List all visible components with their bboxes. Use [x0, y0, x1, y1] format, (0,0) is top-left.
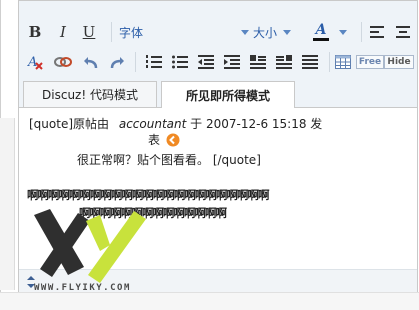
- quote-header-line: [quote]原帖由 accountant 于 2007-12-6 15:18 …: [29, 115, 322, 132]
- align-center-button[interactable]: [393, 21, 413, 43]
- underline-button[interactable]: U: [79, 21, 99, 43]
- editor-toolbar: B I U 字体 大小 A A Free Hide: [19, 1, 417, 84]
- editor-mode-tabs: Discuz! 代码模式 所见即所得模式: [19, 79, 417, 108]
- quote-header-suffix: 表: [148, 133, 161, 147]
- quote-author: accountant: [118, 117, 187, 131]
- unordered-list-icon: [172, 55, 188, 69]
- float-right-icon: [276, 55, 292, 69]
- toolbar-separator: [111, 22, 112, 42]
- table-button[interactable]: [333, 51, 353, 73]
- align-justify-icon: [302, 55, 318, 69]
- svg-text:A: A: [27, 55, 37, 70]
- indent-icon: [224, 55, 240, 69]
- align-left-icon: [370, 26, 384, 38]
- chevron-down-icon: [241, 29, 249, 35]
- float-left-button[interactable]: [247, 51, 269, 73]
- quote-header-line2: 表: [148, 131, 180, 148]
- remove-format-icon: A: [27, 55, 43, 70]
- italic-button[interactable]: I: [53, 21, 73, 43]
- unordered-list-button[interactable]: [169, 51, 191, 73]
- free-button[interactable]: Free: [355, 51, 385, 73]
- quote-header-prefix: [quote]原帖由: [29, 117, 110, 131]
- watermark-url: WWW.FLYIKY.COM: [34, 283, 131, 293]
- hide-button[interactable]: Hide: [384, 51, 414, 73]
- chevron-down-icon: [339, 29, 347, 35]
- watermark-logo: [34, 209, 146, 283]
- font-size-dropdown[interactable]: 大小: [253, 21, 303, 43]
- remove-format-button[interactable]: A: [25, 51, 45, 73]
- font-color-letter: A: [315, 22, 327, 38]
- link-button[interactable]: [53, 51, 73, 73]
- float-left-icon: [250, 55, 266, 69]
- font-color-icon: A: [313, 23, 329, 41]
- font-size-label: 大小: [253, 25, 278, 40]
- indent-button[interactable]: [221, 51, 243, 73]
- bold-button[interactable]: B: [25, 21, 45, 43]
- undo-icon: [84, 57, 98, 69]
- font-family-dropdown[interactable]: 字体: [119, 21, 249, 43]
- float-right-button[interactable]: [273, 51, 295, 73]
- toolbar-separator: [361, 22, 362, 42]
- go-arrow-icon: [166, 133, 180, 146]
- ordered-list-button[interactable]: [143, 51, 165, 73]
- body-text-line-1: 啊啊啊啊啊啊啊啊啊啊啊啊啊啊啊啊啊啊啊啊啊啊啊: [27, 188, 269, 202]
- undo-button[interactable]: [81, 51, 101, 73]
- ordered-list-icon: [146, 55, 162, 68]
- font-color-swatch: [313, 38, 329, 41]
- redo-icon: [110, 57, 124, 69]
- align-left-button[interactable]: [367, 21, 387, 43]
- table-icon: [335, 55, 351, 69]
- redo-button[interactable]: [107, 51, 127, 73]
- outdent-icon: [198, 55, 214, 69]
- align-center-icon: [396, 26, 410, 38]
- tab-wysiwyg[interactable]: 所见即所得模式: [161, 81, 295, 108]
- link-icon: [54, 57, 72, 67]
- quote-body-line: 很正常啊？贴个图看看。 [/quote]: [77, 153, 261, 167]
- hide-label: Hide: [384, 55, 414, 69]
- align-justify-button[interactable]: [299, 51, 321, 73]
- toolbar-separator: [329, 52, 330, 72]
- font-family-label: 字体: [119, 25, 144, 40]
- tab-discuz-code[interactable]: Discuz! 代码模式: [23, 81, 157, 107]
- chevron-down-icon: [283, 29, 292, 35]
- free-label: Free: [355, 55, 385, 69]
- font-color-dropdown[interactable]: A: [307, 21, 357, 43]
- quote-header-date: 于 2007-12-6 15:18 发: [190, 117, 323, 131]
- toolbar-separator: [135, 52, 136, 72]
- page-left-panel: [0, 118, 15, 290]
- outdent-button[interactable]: [195, 51, 217, 73]
